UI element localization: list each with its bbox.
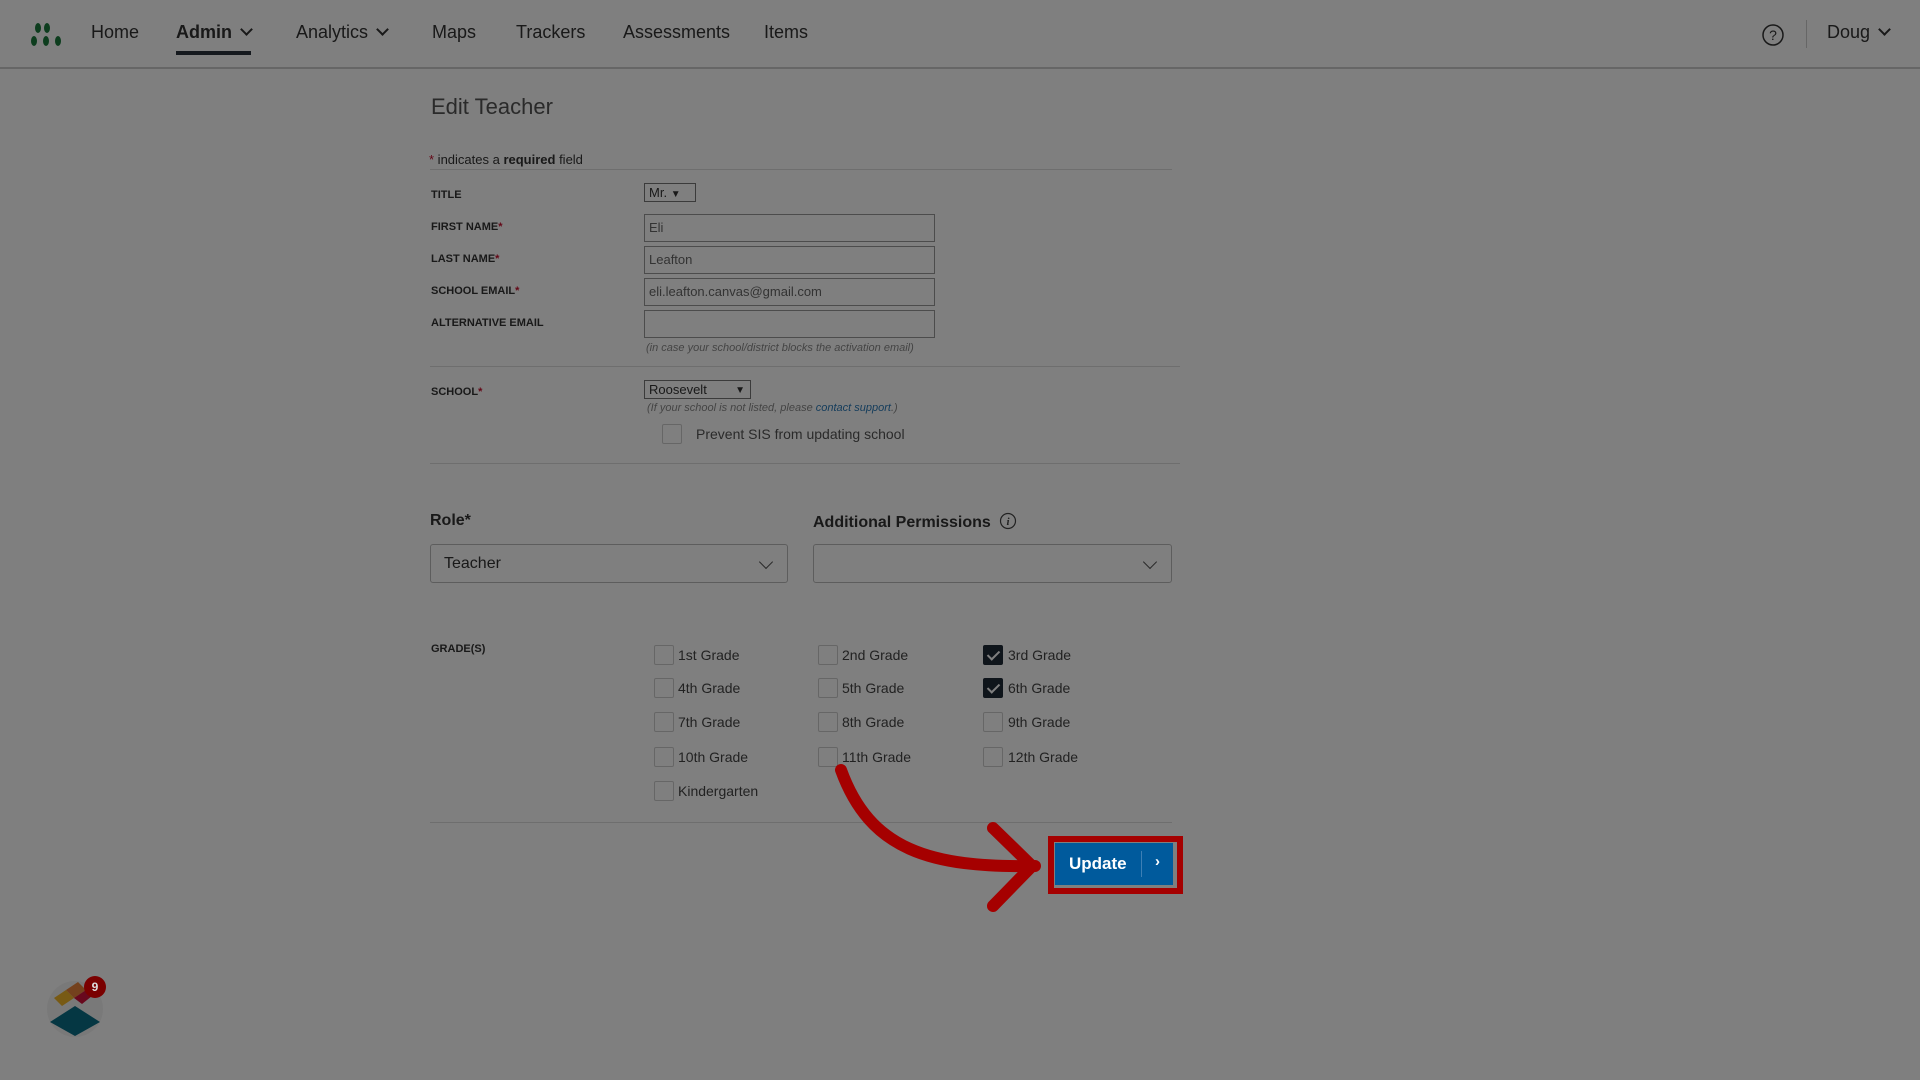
highlight-box (1048, 836, 1183, 894)
notification-badge: 9 (84, 976, 106, 998)
dim-overlay (0, 0, 1920, 1080)
